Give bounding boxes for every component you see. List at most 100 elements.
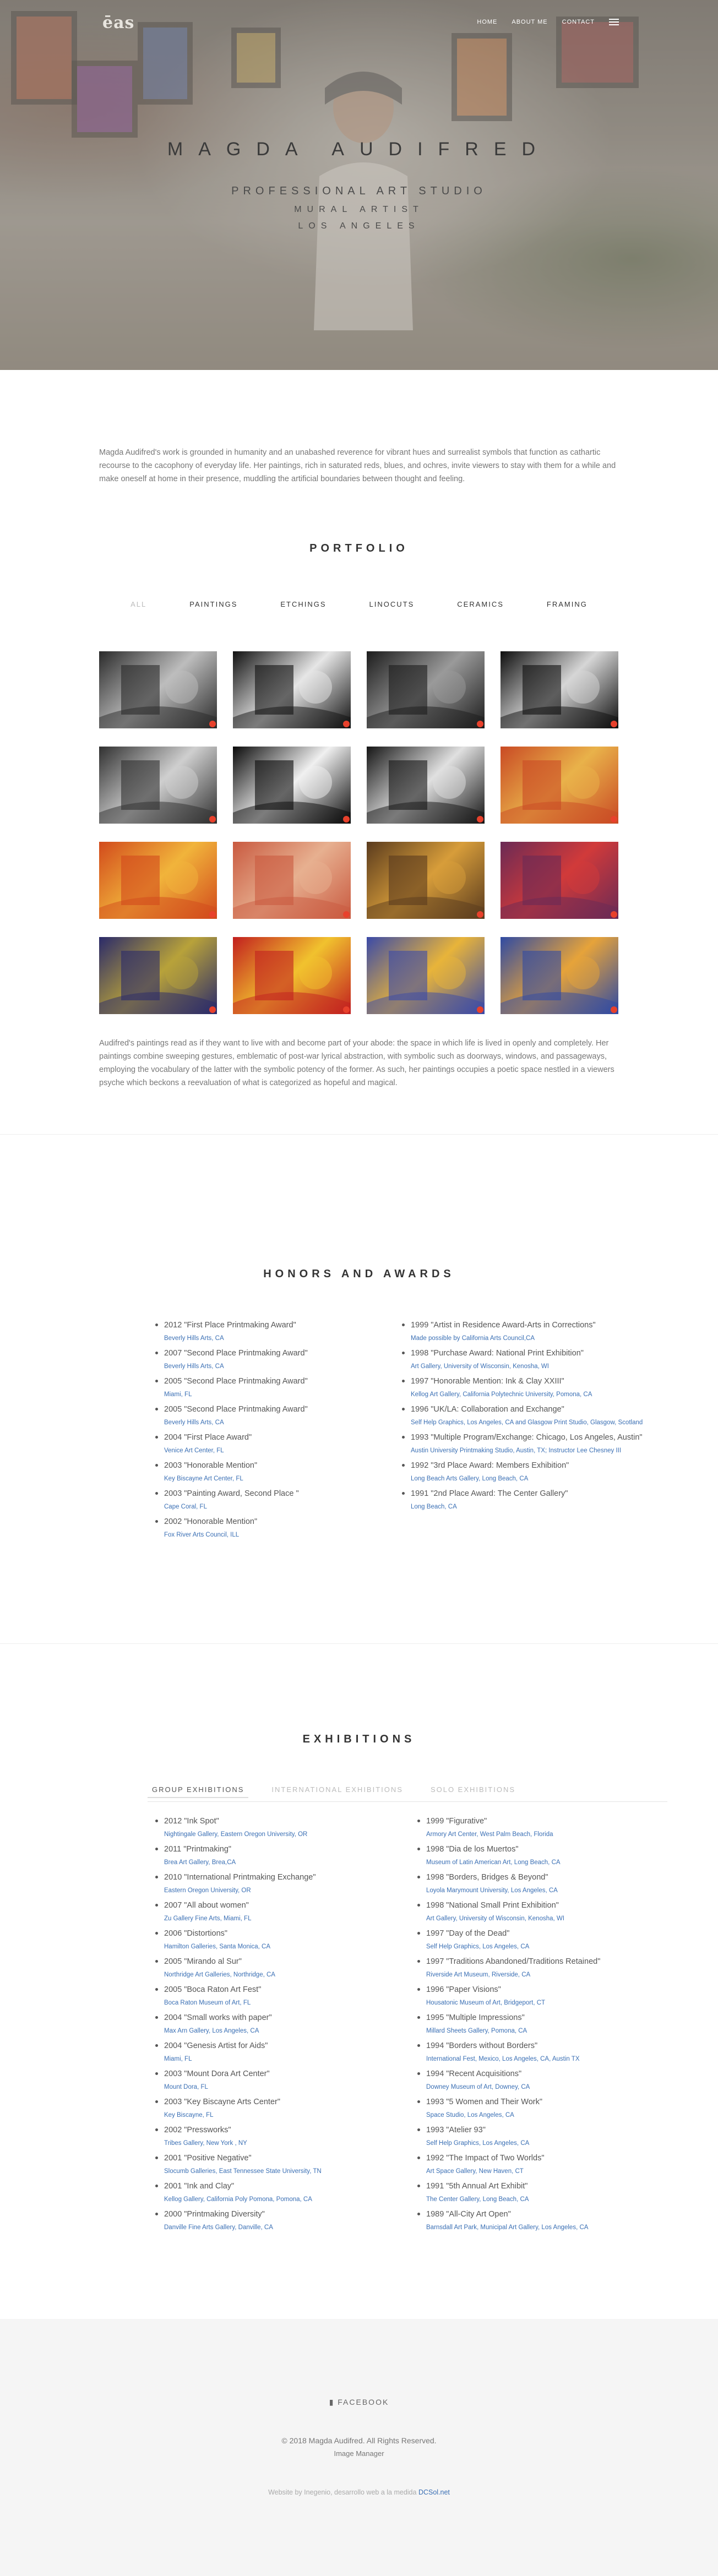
zoom-icon[interactable]: [343, 1006, 350, 1013]
portfolio-thumbnail[interactable]: [233, 747, 351, 824]
entry-place[interactable]: Nightingale Gallery, Eastern Oregon Univ…: [164, 1828, 398, 1840]
entry-place[interactable]: Housatonic Museum of Art, Bridgeport, CT: [426, 1997, 660, 2009]
entry-place[interactable]: Beverly Hills Arts, CA: [164, 1332, 398, 1344]
nav-home[interactable]: HOME: [477, 19, 497, 25]
portfolio-title: PORTFOLIO: [309, 542, 409, 554]
entry-place[interactable]: Art Gallery, University of Wisconsin, Ke…: [426, 1913, 660, 1925]
entry-place[interactable]: Northridge Art Galleries, Northridge, CA: [164, 1969, 398, 1981]
entry-place[interactable]: Kellog Gallery, California Poly Pomona, …: [164, 2193, 398, 2205]
entry-place[interactable]: Millard Sheets Gallery, Pomona, CA: [426, 2025, 660, 2037]
filter-all[interactable]: ALL: [130, 600, 146, 608]
entry-place[interactable]: Fox River Arts Council, ILL: [164, 1529, 398, 1541]
portfolio-thumbnail[interactable]: [367, 651, 485, 728]
zoom-icon[interactable]: [209, 1006, 216, 1013]
entry-place[interactable]: Downey Museum of Art, Downey, CA: [426, 2081, 660, 2093]
portfolio-thumbnail[interactable]: [233, 651, 351, 728]
zoom-icon[interactable]: [343, 911, 350, 918]
portfolio-thumbnail[interactable]: [99, 651, 217, 728]
entry-place[interactable]: Key Biscayne Art Center, FL: [164, 1473, 398, 1485]
portfolio-thumbnail[interactable]: [501, 937, 618, 1014]
portfolio-thumbnail[interactable]: [501, 842, 618, 919]
entry-place[interactable]: Hamilton Galleries, Santa Monica, CA: [164, 1941, 398, 1953]
entry-place[interactable]: Self Help Graphics, Los Angeles, CA: [426, 2137, 660, 2149]
portfolio-thumbnail[interactable]: [501, 747, 618, 824]
portfolio-thumbnail[interactable]: [367, 842, 485, 919]
portfolio-thumbnail[interactable]: [99, 937, 217, 1014]
entry-place[interactable]: Austin University Printmaking Studio, Au…: [411, 1445, 644, 1457]
tab-solo-exhibitions[interactable]: SOLO EXHIBITIONS: [426, 1782, 520, 1798]
portfolio-thumbnail[interactable]: [233, 842, 351, 919]
artwork-image: [233, 951, 351, 1014]
entry-place[interactable]: Museum of Latin American Art, Long Beach…: [426, 1856, 660, 1869]
zoom-icon[interactable]: [611, 911, 617, 918]
entry-place[interactable]: Boca Raton Museum of Art, FL: [164, 1997, 398, 2009]
tab-international-exhibitions[interactable]: INTERNATIONAL EXHIBITIONS: [267, 1782, 407, 1798]
entry-place[interactable]: The Center Gallery, Long Beach, CA: [426, 2193, 660, 2205]
zoom-icon[interactable]: [477, 1006, 483, 1013]
zoom-icon[interactable]: [611, 1006, 617, 1013]
entry-place[interactable]: Danville Fine Arts Gallery, Danville, CA: [164, 2221, 398, 2234]
image-manager-link[interactable]: Image Manager: [0, 2449, 718, 2458]
entry-place[interactable]: Made possible by California Arts Council…: [411, 1332, 644, 1344]
entry-place[interactable]: International Fest, Mexico, Los Angeles,…: [426, 2053, 660, 2065]
entry-place[interactable]: Long Beach Arts Gallery, Long Beach, CA: [411, 1473, 644, 1485]
filter-paintings[interactable]: PAINTINGS: [189, 600, 237, 608]
zoom-icon[interactable]: [343, 721, 350, 727]
entry-place[interactable]: Long Beach, CA: [411, 1501, 644, 1513]
entry-place[interactable]: Beverly Hills Arts, CA: [164, 1360, 398, 1373]
entry-place[interactable]: Brea Art Gallery, Brea,CA: [164, 1856, 398, 1869]
entry-place[interactable]: Armory Art Center, West Palm Beach, Flor…: [426, 1828, 660, 1840]
filter-framing[interactable]: FRAMING: [547, 600, 588, 608]
entry-place[interactable]: Self Help Graphics, Los Angeles, CA and …: [411, 1417, 644, 1429]
zoom-icon[interactable]: [611, 721, 617, 727]
portfolio-thumbnail[interactable]: [233, 937, 351, 1014]
entry-place[interactable]: Self Help Graphics, Los Angeles, CA: [426, 1941, 660, 1953]
facebook-link[interactable]: ▮ FACEBOOK: [0, 2398, 718, 2407]
zoom-icon[interactable]: [209, 721, 216, 727]
entry-place[interactable]: Kellog Art Gallery, California Polytechn…: [411, 1388, 644, 1401]
site-footer: ▮ FACEBOOK © 2018 Magda Audifred. All Ri…: [0, 2319, 718, 2576]
entry-place[interactable]: Art Gallery, University of Wisconsin, Ke…: [411, 1360, 644, 1373]
site-logo[interactable]: ēas: [102, 13, 134, 32]
zoom-icon[interactable]: [343, 816, 350, 823]
filter-etchings[interactable]: ETCHINGS: [280, 600, 326, 608]
entry-place[interactable]: Miami, FL: [164, 2053, 398, 2065]
portfolio-thumbnail[interactable]: [367, 747, 485, 824]
zoom-icon[interactable]: [209, 911, 216, 918]
entry-place[interactable]: Venice Art Center, FL: [164, 1445, 398, 1457]
hamburger-menu-icon[interactable]: [609, 19, 619, 25]
zoom-icon[interactable]: [209, 816, 216, 823]
entry-place[interactable]: Eastern Oregon University, OR: [164, 1885, 398, 1897]
entry-place[interactable]: Miami, FL: [164, 1388, 398, 1401]
award-item: 1999 "Artist in Residence Award-Arts in …: [402, 1319, 644, 1344]
entry-place[interactable]: Key Biscayne, FL: [164, 2109, 398, 2121]
entry-place[interactable]: Loyola Marymount University, Los Angeles…: [426, 1885, 660, 1897]
entry-place[interactable]: Art Space Gallery, New Haven, CT: [426, 2165, 660, 2177]
zoom-icon[interactable]: [477, 721, 483, 727]
entry-place[interactable]: Barnsdall Art Park, Municipal Art Galler…: [426, 2221, 660, 2234]
tab-group-exhibitions[interactable]: GROUP EXHIBITIONS: [148, 1782, 249, 1798]
entry-place[interactable]: Riverside Art Museum, Riverside, CA: [426, 1969, 660, 1981]
portfolio-thumbnail[interactable]: [501, 651, 618, 728]
nav-contact[interactable]: CONTACT: [562, 19, 595, 25]
entry-place[interactable]: Mount Dora, FL: [164, 2081, 398, 2093]
nav-about[interactable]: ABOUT ME: [512, 19, 547, 25]
entry-place[interactable]: Space Studio, Los Angeles, CA: [426, 2109, 660, 2121]
portfolio-thumbnail[interactable]: [99, 842, 217, 919]
entry-place[interactable]: Zu Gallery Fine Arts, Miami, FL: [164, 1913, 398, 1925]
credit-link[interactable]: DCSol.net: [418, 2488, 450, 2496]
filter-ceramics[interactable]: CERAMICS: [457, 600, 504, 608]
filter-linocuts[interactable]: LINOCUTS: [369, 600, 415, 608]
entry-place[interactable]: Cape Coral, FL: [164, 1501, 398, 1513]
entry-place[interactable]: Tribes Gallery, New York , NY: [164, 2137, 398, 2149]
entry-place[interactable]: Max Arn Gallery, Los Angeles, CA: [164, 2025, 398, 2037]
site-credit: Website by Inegenio, desarrollo web a la…: [0, 2488, 718, 2496]
zoom-icon[interactable]: [611, 816, 617, 823]
entry-place[interactable]: Beverly Hills Arts, CA: [164, 1417, 398, 1429]
portfolio-grid: [99, 651, 619, 1014]
entry-place[interactable]: Slocumb Galleries, East Tennessee State …: [164, 2165, 398, 2177]
portfolio-thumbnail[interactable]: [367, 937, 485, 1014]
portfolio-thumbnail[interactable]: [99, 747, 217, 824]
zoom-icon[interactable]: [477, 816, 483, 823]
zoom-icon[interactable]: [477, 911, 483, 918]
